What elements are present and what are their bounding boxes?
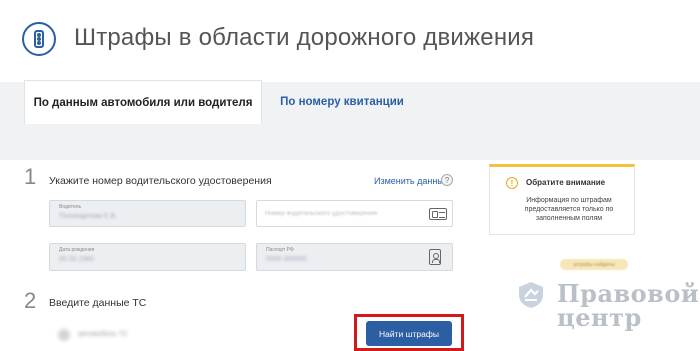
find-fines-button[interactable]: Найти штрафы	[366, 321, 452, 346]
vehicle-option-label: автомобиль ТС	[78, 331, 129, 338]
step-2-label: Введите данные ТС	[49, 297, 147, 309]
notice-box: ! Обратите внимание Информация по штрафа…	[489, 164, 635, 235]
step-number-2: 2	[24, 288, 37, 313]
driver-field-label: Водитель	[59, 204, 82, 210]
watermark-text-line2: центр	[557, 303, 642, 332]
driver-field[interactable]: Водитель Поликарпова Е.В.	[49, 200, 246, 227]
vehicle-option[interactable]: автомобиль ТС	[44, 323, 144, 347]
passport-field-value: 0000 000000	[266, 256, 307, 263]
shield-logo-icon	[519, 282, 543, 308]
tabs-panel	[0, 122, 700, 160]
birthdate-field[interactable]: Дата рождения 00.00.1980	[49, 243, 246, 271]
license-number-placeholder: Номер водительского удостоверения	[265, 210, 378, 217]
help-icon[interactable]: ?	[441, 174, 453, 186]
notice-text: Информация по штрафам предоставляется то…	[524, 197, 614, 222]
faded-badge: штрафы найдены	[560, 259, 628, 270]
tab-receipt-number[interactable]: По номеру квитанции	[262, 82, 422, 122]
passport-field-label: Паспорт РФ	[266, 247, 294, 253]
vehicle-radio-icon	[58, 329, 70, 341]
passport-icon	[429, 249, 441, 265]
tab-vehicle-driver[interactable]: По данным автомобиля или водителя	[24, 80, 262, 124]
watermark: Правовой центр	[517, 279, 699, 332]
traffic-light-icon	[34, 30, 44, 48]
step-1-label: Укажите номер водительского удостоверени…	[49, 175, 272, 187]
warning-icon: !	[506, 177, 518, 189]
change-data-link[interactable]: Изменить данные	[374, 176, 449, 186]
step-number-1: 1	[24, 164, 37, 189]
notice-title: Обратите внимание	[526, 178, 606, 187]
page-title: Штрафы в области дорожного движения	[74, 24, 535, 51]
passport-field[interactable]: Паспорт РФ 0000 000000	[256, 243, 453, 271]
driver-field-value: Поликарпова Е.В.	[59, 213, 118, 220]
id-card-icon	[429, 208, 447, 220]
birthdate-field-label: Дата рождения	[59, 247, 95, 253]
birthdate-field-value: 00.00.1980	[59, 256, 95, 263]
header-icon	[22, 22, 56, 56]
license-number-input[interactable]: Номер водительского удостоверения	[256, 200, 453, 227]
